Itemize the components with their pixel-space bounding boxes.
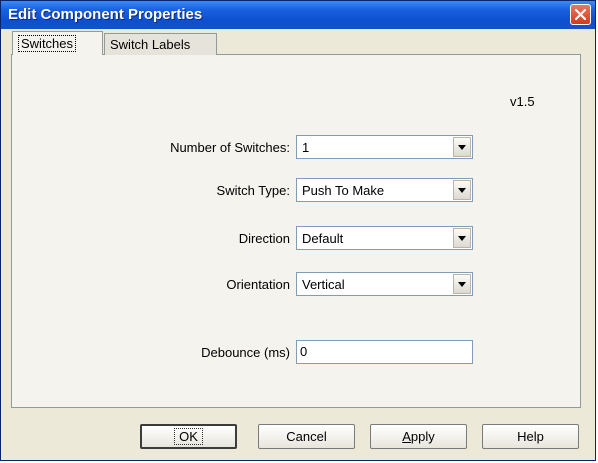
chevron-down-icon (458, 236, 466, 241)
num-switches-label: Number of Switches: (170, 140, 290, 155)
close-button[interactable] (570, 4, 591, 25)
num-switches-dropdown-button[interactable] (453, 137, 471, 157)
switch-type-label: Switch Type: (216, 183, 290, 198)
debounce-input[interactable] (300, 344, 465, 359)
close-icon (575, 9, 586, 20)
ok-button-label: OK (174, 428, 203, 445)
help-button[interactable]: Help (482, 424, 579, 449)
orientation-select[interactable]: Vertical (296, 272, 473, 296)
num-switches-value: 1 (302, 140, 310, 155)
help-button-label: Help (517, 429, 544, 444)
direction-value: Default (302, 231, 344, 246)
direction-select[interactable]: Default (296, 226, 473, 250)
chevron-down-icon (458, 145, 466, 150)
title-bar[interactable]: Edit Component Properties (1, 1, 595, 29)
direction-dropdown-button[interactable] (453, 228, 471, 248)
debounce-field[interactable] (296, 340, 473, 364)
direction-label: Direction (238, 231, 290, 246)
switch-type-value: Push To Make (302, 183, 385, 198)
apply-button[interactable]: Apply (370, 424, 467, 449)
switch-type-dropdown-button[interactable] (453, 180, 471, 200)
window-title: Edit Component Properties (8, 6, 203, 23)
chevron-down-icon (458, 188, 466, 193)
orientation-label: Orientation (226, 277, 290, 292)
switch-type-select[interactable]: Push To Make (296, 178, 473, 202)
cancel-button-label: Cancel (286, 429, 327, 444)
cancel-button[interactable]: Cancel (258, 424, 355, 449)
version-label: v1.5 (510, 94, 535, 109)
orientation-dropdown-button[interactable] (453, 274, 471, 294)
apply-button-label: Apply (402, 429, 435, 444)
ok-button[interactable]: OK (140, 424, 237, 449)
tab-switch-labels-label: Switch Labels (110, 37, 191, 52)
tab-switches-label: Switches (18, 35, 77, 52)
tab-switch-labels[interactable]: Switch Labels (104, 33, 217, 55)
chevron-down-icon (458, 282, 466, 287)
debounce-label: Debounce (ms) (201, 345, 290, 360)
num-switches-select[interactable]: 1 (296, 135, 473, 159)
tab-switches[interactable]: Switches (12, 31, 103, 55)
orientation-value: Vertical (302, 277, 345, 292)
